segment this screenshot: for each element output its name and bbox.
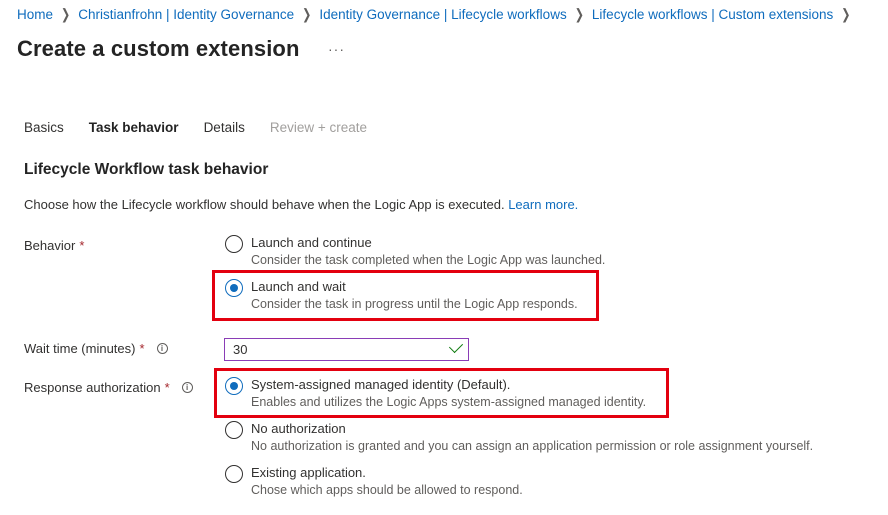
auth-option-existing-application[interactable]: Existing application. Chose which apps s… xyxy=(225,464,523,499)
chevron-right-icon: ❯ xyxy=(302,7,312,23)
learn-more-link[interactable]: Learn more. xyxy=(508,197,578,212)
option-description: Consider the task completed when the Log… xyxy=(251,253,606,267)
required-marker: * xyxy=(139,341,145,356)
required-marker: * xyxy=(164,380,170,395)
section-description-text: Choose how the Lifecycle workflow should… xyxy=(24,197,505,212)
chevron-right-icon: ❯ xyxy=(574,7,584,23)
option-label: System-assigned managed identity (Defaul… xyxy=(251,377,511,392)
chevron-right-icon: ❯ xyxy=(61,7,71,23)
option-description: No authorization is granted and you can … xyxy=(251,439,814,453)
tab-details[interactable]: Details xyxy=(204,120,245,141)
breadcrumb-identity-governance[interactable]: Christianfrohn | Identity Governance xyxy=(78,7,294,22)
section-description: Choose how the Lifecycle workflow should… xyxy=(24,197,578,212)
auth-option-no-authorization[interactable]: No authorization No authorization is gra… xyxy=(225,420,813,455)
breadcrumb-custom-extensions[interactable]: Lifecycle workflows | Custom extensions xyxy=(592,7,833,22)
behavior-label: Behavior * xyxy=(24,238,84,253)
radio-launch-wait[interactable] xyxy=(225,279,243,297)
behavior-label-text: Behavior xyxy=(24,238,76,253)
response-auth-label-text: Response authorization xyxy=(24,380,161,395)
section-title: Lifecycle Workflow task behavior xyxy=(24,161,269,178)
wait-time-label: Wait time (minutes) * i xyxy=(24,341,168,356)
tab-basics[interactable]: Basics xyxy=(24,120,64,141)
option-description: Enables and utilizes the Logic Apps syst… xyxy=(251,395,647,409)
option-label: No authorization xyxy=(251,421,346,436)
radio-launch-continue[interactable] xyxy=(225,235,243,253)
breadcrumb-home[interactable]: Home xyxy=(17,7,53,22)
info-icon[interactable]: i xyxy=(181,382,193,393)
option-description: Chose which apps should be allowed to re… xyxy=(251,483,523,497)
required-marker: * xyxy=(79,238,85,253)
wait-time-input[interactable]: 30 xyxy=(224,338,469,361)
wait-time-value: 30 xyxy=(233,342,248,357)
behavior-option-launch-wait[interactable]: Launch and wait Consider the task in pro… xyxy=(225,278,578,313)
auth-option-system-managed-identity[interactable]: System-assigned managed identity (Defaul… xyxy=(225,376,646,411)
info-icon[interactable]: i xyxy=(156,343,168,354)
chevron-right-icon: ❯ xyxy=(841,7,851,23)
wizard-tabs: Basics Task behavior Details Review + cr… xyxy=(24,120,392,141)
option-label: Launch and wait xyxy=(251,279,346,294)
radio-existing-application[interactable] xyxy=(225,465,243,483)
page-title: Create a custom extension xyxy=(17,36,300,61)
breadcrumb: Home ❯ Christianfrohn | Identity Governa… xyxy=(17,7,859,23)
option-label: Launch and continue xyxy=(251,235,372,250)
response-auth-label: Response authorization * i xyxy=(24,380,193,395)
wait-time-label-text: Wait time (minutes) xyxy=(24,341,136,356)
breadcrumb-lifecycle-workflows[interactable]: Identity Governance | Lifecycle workflow… xyxy=(319,7,566,22)
behavior-option-launch-continue[interactable]: Launch and continue Consider the task co… xyxy=(225,234,605,269)
radio-no-authorization[interactable] xyxy=(225,421,243,439)
tab-task-behavior[interactable]: Task behavior xyxy=(89,120,179,141)
radio-system-managed-identity[interactable] xyxy=(225,377,243,395)
more-options-button[interactable]: ··· xyxy=(328,41,345,57)
tab-review-create: Review + create xyxy=(269,120,367,135)
checkmark-icon xyxy=(448,338,464,354)
option-description: Consider the task in progress until the … xyxy=(251,297,578,311)
option-label: Existing application. xyxy=(251,465,366,480)
